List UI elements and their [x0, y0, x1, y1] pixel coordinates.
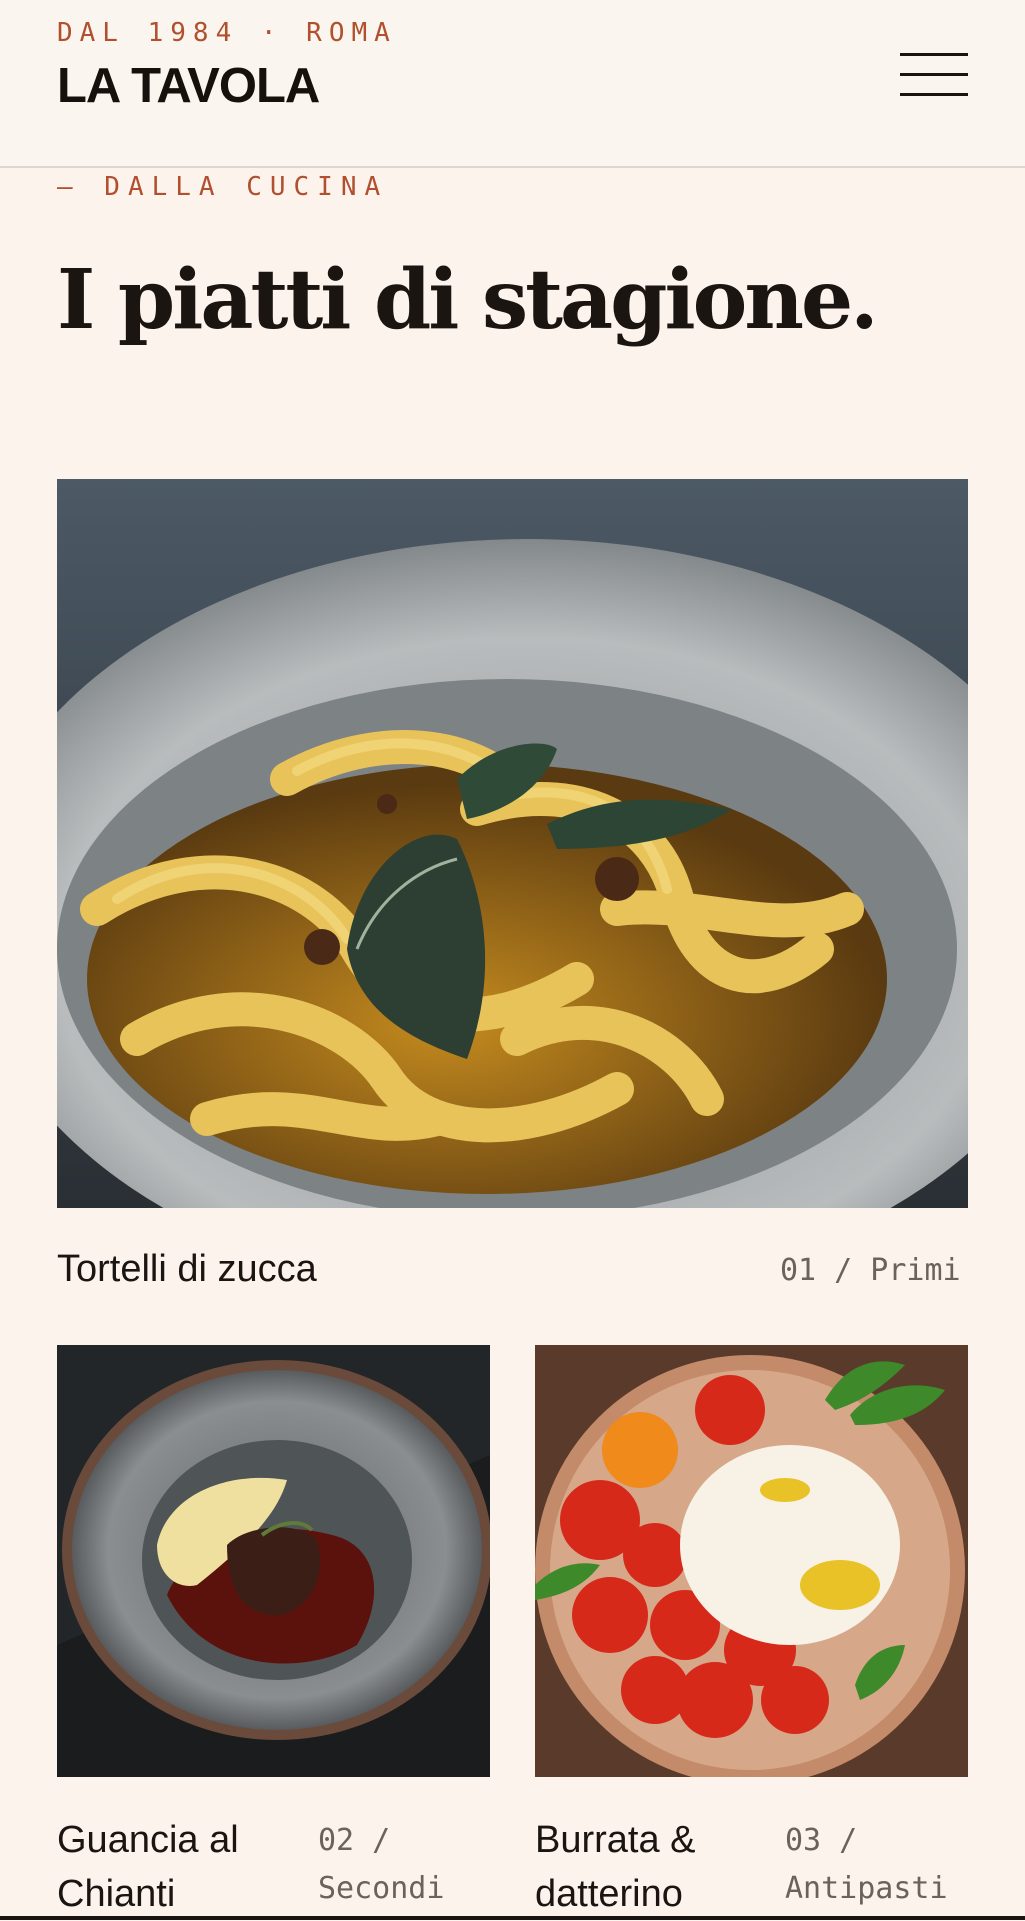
section-eyebrow: — DALLA CUCINA [57, 172, 389, 202]
menu-line [900, 93, 968, 96]
page-title: I piatti di stagione. [57, 252, 879, 348]
dish-title[interactable]: Guancia al Chianti [57, 1813, 287, 1921]
dish-category: 03 / Antipasti [785, 1823, 948, 1906]
brand-tagline: DAL 1984 · ROMA [57, 18, 397, 48]
menu-line [900, 73, 968, 76]
page-divider [0, 1916, 1025, 1920]
menu-line [900, 53, 968, 56]
site-header: DAL 1984 · ROMA LA TAVOLA [0, 0, 1025, 168]
dish-photo-guancia[interactable] [57, 1345, 490, 1777]
brand-logo[interactable]: LA TAVOLA [57, 58, 320, 114]
dish-title[interactable]: Tortelli di zucca [57, 1242, 317, 1296]
dish-photo-burrata[interactable] [535, 1345, 968, 1777]
hamburger-menu-icon[interactable] [900, 52, 968, 98]
dish-title[interactable]: Burrata & datterino [535, 1813, 765, 1921]
dish-category: 02 / Secondi [318, 1823, 445, 1906]
dish-category: 01 / Primi [780, 1253, 961, 1288]
dish-photo-tortelli[interactable] [57, 479, 968, 1208]
